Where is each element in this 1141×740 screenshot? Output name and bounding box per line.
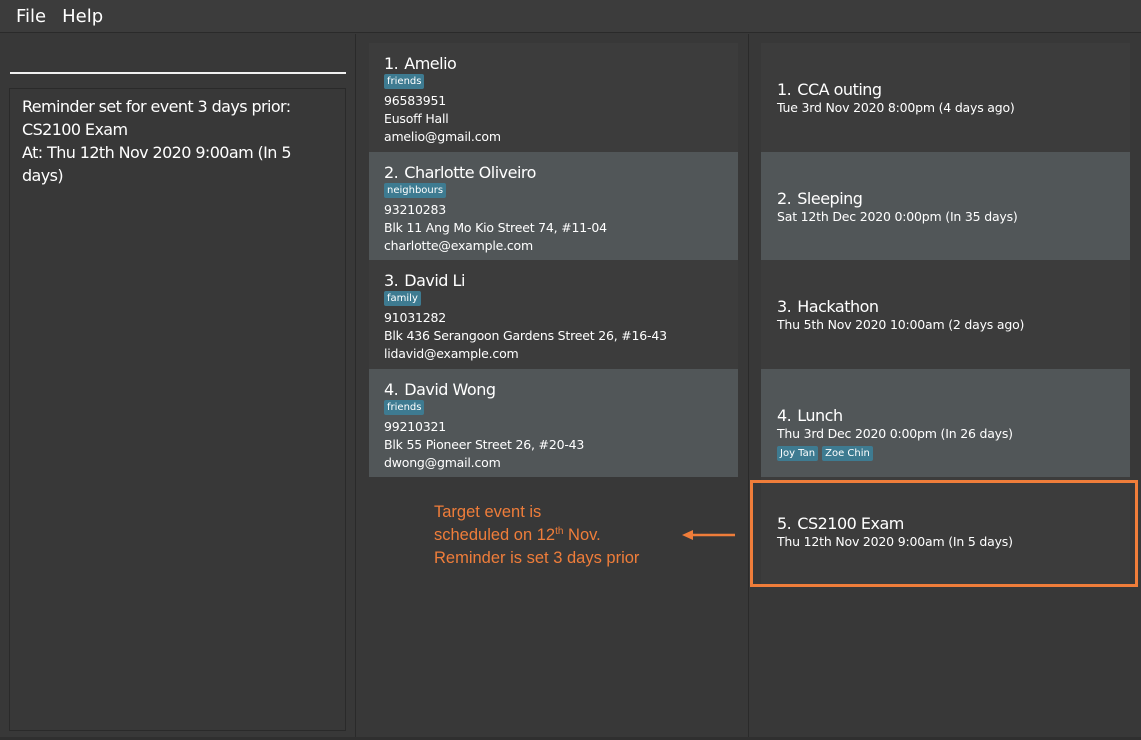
event-name: Hackathon — [797, 297, 879, 316]
person-index: 4. — [384, 379, 399, 399]
person-index: 2. — [384, 162, 399, 182]
person-email: dwong@gmail.com — [384, 454, 501, 470]
event-index: 3. — [777, 297, 792, 316]
person-name: Amelio — [404, 54, 457, 73]
event-index: 5. — [777, 514, 792, 533]
app-window: File Help Reminder set for event 3 days … — [0, 0, 1141, 740]
person-address: Eusoff Hall — [384, 111, 449, 126]
person-phone: 99210321 — [384, 418, 447, 434]
person-address: Blk 55 Pioneer Street 26, #20-43 — [384, 436, 585, 452]
event-name: Lunch — [797, 405, 843, 425]
person-email: lidavid@example.com — [384, 346, 519, 361]
event-index: 2. — [777, 188, 792, 208]
event-name-row: 3. Hackathon — [777, 297, 1114, 316]
event-card[interactable]: 1. CCA outing Tue 3rd Nov 2020 8:00pm (4 … — [761, 43, 1130, 152]
person-phone: 96583951 — [384, 93, 447, 108]
annotation-line-2-text: scheduled on 12 — [434, 526, 556, 544]
person-address: Blk 436 Serangoon Gardens Street 26, #16… — [384, 328, 667, 343]
person-card[interactable]: 4. David Wong friends 99210321 Blk 55 Pio… — [369, 368, 738, 477]
person-list[interactable]: 1. Amelio friends 96583951 Eusoff Hall am… — [369, 43, 738, 477]
person-tag: neighbours — [384, 182, 447, 198]
person-name: Charlotte Oliveiro — [404, 162, 536, 182]
person-card[interactable]: 3. David Li family 91031282 Blk 436 Seran… — [369, 260, 738, 369]
event-list-pane: 1. CCA outing Tue 3rd Nov 2020 8:00pm (4 … — [750, 34, 1141, 740]
event-card[interactable]: 3. Hackathon Thu 5th Nov 2020 10:00am (2 … — [761, 260, 1130, 369]
event-time: Thu 3rd Dec 2020 0:00pm (In 26 days) — [777, 425, 1013, 441]
event-tags: Joy Tan Zoe Chin — [777, 445, 1114, 464]
person-name-row: 4. David Wong — [384, 380, 723, 399]
left-pane: Reminder set for event 3 days prior: CS2… — [0, 34, 356, 740]
event-index: 4. — [777, 405, 792, 425]
event-tag: Joy Tan — [777, 445, 819, 461]
person-phone: 91031282 — [384, 310, 447, 325]
person-email: charlotte@example.com — [384, 237, 533, 253]
person-tag: family — [384, 291, 421, 306]
person-list-pane: 1. Amelio friends 96583951 Eusoff Hall am… — [357, 34, 749, 740]
event-card[interactable]: 2. Sleeping Sat 12th Dec 2020 0:00pm (In … — [761, 151, 1130, 260]
person-card[interactable]: 2. Charlotte Oliveiro neighbours 93210283… — [369, 151, 738, 260]
event-name-row: 5. CS2100 Exam — [777, 514, 1114, 533]
menu-bar: File Help — [0, 0, 1141, 33]
event-time: Thu 12th Nov 2020 9:00am (In 5 days) — [777, 534, 1013, 549]
event-name-row: 1. CCA outing — [777, 80, 1114, 99]
person-address: Blk 11 Ang Mo Kio Street 74, #11-04 — [384, 219, 607, 235]
result-display: Reminder set for event 3 days prior: CS2… — [9, 88, 346, 731]
person-email: amelio@gmail.com — [384, 129, 501, 144]
menu-file[interactable]: File — [8, 6, 54, 27]
event-card[interactable]: 5. CS2100 Exam Thu 12th Nov 2020 9:00am (… — [761, 477, 1130, 586]
person-name: David Li — [404, 271, 465, 290]
event-time: Tue 3rd Nov 2020 8:00pm (4 days ago) — [777, 100, 1015, 115]
person-index: 3. — [384, 271, 399, 290]
annotation-line-2-suffix: Nov. — [563, 526, 601, 544]
person-name-row: 3. David Li — [384, 271, 723, 290]
event-name: CS2100 Exam — [797, 514, 904, 533]
event-time: Thu 5th Nov 2020 10:00am (2 days ago) — [777, 317, 1025, 332]
event-name: Sleeping — [797, 188, 863, 208]
person-card[interactable]: 1. Amelio friends 96583951 Eusoff Hall am… — [369, 43, 738, 152]
person-index: 1. — [384, 54, 399, 73]
event-index: 1. — [777, 80, 792, 99]
event-time: Sat 12th Dec 2020 0:00pm (In 35 days) — [777, 208, 1018, 224]
person-name-row: 2. Charlotte Oliveiro — [384, 163, 723, 182]
person-name-row: 1. Amelio — [384, 54, 723, 73]
annotation-line-1: Target event is — [434, 503, 542, 521]
event-list[interactable]: 1. CCA outing Tue 3rd Nov 2020 8:00pm (4 … — [761, 43, 1130, 586]
person-tag: friends — [384, 74, 425, 89]
event-name-row: 2. Sleeping — [777, 189, 1114, 208]
person-phone: 93210283 — [384, 201, 447, 217]
event-name-row: 4. Lunch — [777, 406, 1114, 425]
event-tag: Zoe Chin — [822, 445, 873, 461]
annotation-line-3: Reminder is set 3 days prior — [434, 549, 640, 567]
event-card[interactable]: 4. Lunch Thu 3rd Dec 2020 0:00pm (In 26 d… — [761, 368, 1130, 477]
menu-help[interactable]: Help — [54, 6, 111, 27]
command-input[interactable] — [10, 42, 346, 74]
person-name: David Wong — [404, 379, 496, 399]
arrow-left-icon — [682, 530, 735, 540]
person-tag: friends — [384, 399, 425, 415]
event-name: CCA outing — [797, 80, 882, 99]
